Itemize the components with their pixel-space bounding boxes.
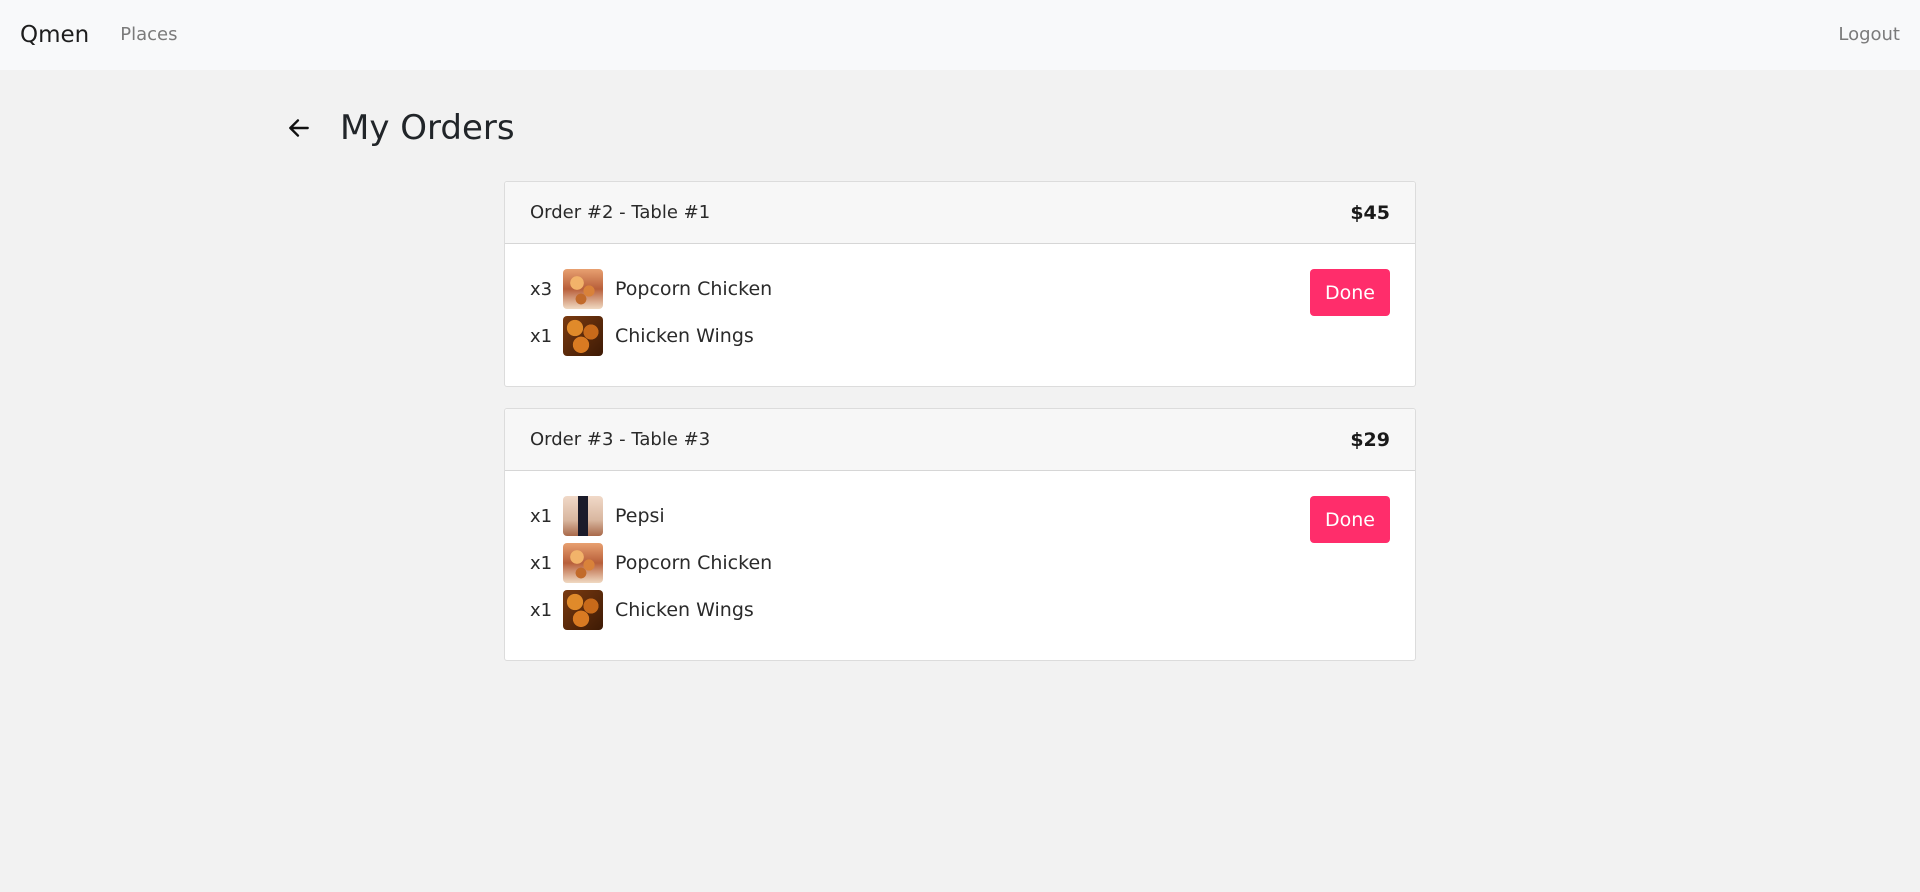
back-button[interactable] bbox=[284, 113, 314, 143]
page-title: My Orders bbox=[340, 108, 515, 148]
pepsi-thumbnail bbox=[563, 496, 603, 536]
order-card-header: Order #3 - Table #3 $29 bbox=[505, 409, 1415, 471]
order-item: x1 Pepsi bbox=[530, 496, 1390, 536]
brand-link[interactable]: Qmen bbox=[20, 23, 89, 47]
order-title: Order #2 - Table #1 bbox=[530, 202, 711, 223]
order-item: x1 Chicken Wings bbox=[530, 590, 1390, 630]
order-card-body: x3 Popcorn Chicken x1 Chicken Wings Done bbox=[505, 244, 1415, 386]
chicken-wings-thumbnail bbox=[563, 590, 603, 630]
item-name: Chicken Wings bbox=[615, 599, 754, 621]
order-card-header: Order #2 - Table #1 $45 bbox=[505, 182, 1415, 244]
order-total: $29 bbox=[1350, 428, 1390, 451]
orders-list: Order #2 - Table #1 $45 x3 Popcorn Chick… bbox=[504, 181, 1416, 682]
item-name: Pepsi bbox=[615, 505, 665, 527]
order-item: x1 Popcorn Chicken bbox=[530, 543, 1390, 583]
popcorn-chicken-thumbnail bbox=[563, 269, 603, 309]
item-name: Popcorn Chicken bbox=[615, 552, 773, 574]
order-card: Order #3 - Table #3 $29 x1 Pepsi x1 Popc… bbox=[504, 408, 1416, 661]
done-button[interactable]: Done bbox=[1310, 496, 1390, 543]
logout-link[interactable]: Logout bbox=[1838, 26, 1900, 44]
page-header: My Orders bbox=[284, 104, 515, 152]
order-total: $45 bbox=[1350, 201, 1390, 224]
order-title: Order #3 - Table #3 bbox=[530, 429, 711, 450]
arrow-left-icon bbox=[289, 119, 309, 137]
item-quantity: x3 bbox=[530, 278, 553, 300]
item-name: Chicken Wings bbox=[615, 325, 754, 347]
navbar: Qmen Places Logout bbox=[0, 0, 1920, 70]
order-card-body: x1 Pepsi x1 Popcorn Chicken x1 Chicken W… bbox=[505, 471, 1415, 660]
item-quantity: x1 bbox=[530, 505, 553, 527]
item-name: Popcorn Chicken bbox=[615, 278, 773, 300]
item-quantity: x1 bbox=[530, 552, 553, 574]
item-quantity: x1 bbox=[530, 599, 553, 621]
popcorn-chicken-thumbnail bbox=[563, 543, 603, 583]
order-item: x3 Popcorn Chicken bbox=[530, 269, 1390, 309]
item-quantity: x1 bbox=[530, 325, 553, 347]
order-item: x1 Chicken Wings bbox=[530, 316, 1390, 356]
done-button[interactable]: Done bbox=[1310, 269, 1390, 316]
order-card: Order #2 - Table #1 $45 x3 Popcorn Chick… bbox=[504, 181, 1416, 387]
nav-link-places[interactable]: Places bbox=[120, 26, 177, 44]
chicken-wings-thumbnail bbox=[563, 316, 603, 356]
